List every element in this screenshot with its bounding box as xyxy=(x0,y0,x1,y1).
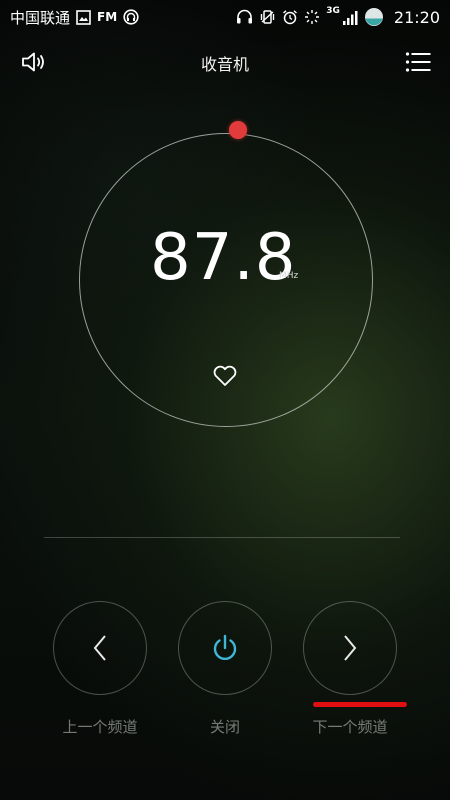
chevron-right-icon xyxy=(344,635,357,661)
chevron-left-icon xyxy=(93,635,106,661)
carrier-name: 中国联通 xyxy=(10,8,71,27)
power-icon xyxy=(213,634,237,661)
status-bar: 中国联通 FM 3G 21:20 xyxy=(0,0,450,34)
data-sync-icon xyxy=(304,9,320,25)
next-channel-button[interactable] xyxy=(303,601,397,695)
alarm-icon xyxy=(282,9,298,25)
status-left: 中国联通 FM xyxy=(10,7,139,28)
status-right: 3G 21:20 xyxy=(236,6,440,27)
fm-badge: FM xyxy=(97,10,118,24)
headset-notification-icon xyxy=(123,9,139,25)
network-type-label: 3G xyxy=(326,6,340,16)
signal-strength-icon xyxy=(342,10,358,25)
headphones-icon xyxy=(236,9,253,25)
app-header: 收音机 xyxy=(0,40,450,84)
frequency-unit: MHz xyxy=(279,271,299,281)
annotation-underline xyxy=(313,702,407,707)
previous-channel-label: 上一个频道 xyxy=(62,718,138,736)
divider xyxy=(44,537,400,538)
power-off-button[interactable] xyxy=(178,601,272,695)
next-channel-label: 下一个频道 xyxy=(312,718,388,736)
status-time: 21:20 xyxy=(393,7,440,27)
heart-icon xyxy=(213,365,237,386)
page-title: 收音机 xyxy=(200,55,249,74)
tuner-knob[interactable] xyxy=(229,121,247,139)
previous-channel-button[interactable] xyxy=(53,601,147,695)
frequency-display: 87.8 xyxy=(150,221,297,295)
favorite-button[interactable] xyxy=(211,363,239,389)
battery-icon xyxy=(364,7,384,27)
menu-button[interactable] xyxy=(404,50,432,74)
power-off-label: 关闭 xyxy=(209,718,240,736)
menu-icon xyxy=(405,52,431,72)
vibrate-icon xyxy=(259,9,276,25)
image-notification-icon xyxy=(76,9,91,25)
